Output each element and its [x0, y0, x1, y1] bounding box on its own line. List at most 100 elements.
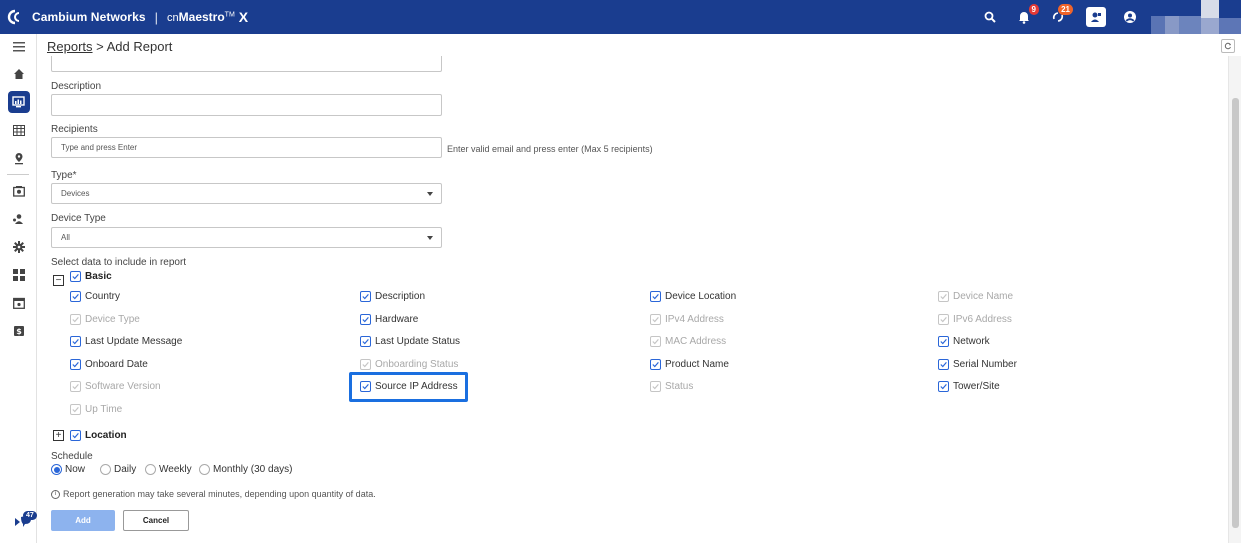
checkbox-label: Hardware — [375, 313, 419, 325]
type-select-value: Devices — [61, 189, 90, 198]
user-account-area[interactable] — [1151, 0, 1241, 34]
breadcrumb: Reports > Add Report — [47, 39, 172, 54]
checkbox-label: Product Name — [665, 358, 729, 370]
home-icon[interactable] — [0, 60, 37, 88]
sidebar-divider — [7, 174, 29, 175]
billing-icon[interactable]: $ — [0, 317, 37, 345]
location-expand-toggle[interactable]: + — [53, 430, 64, 441]
menu-icon[interactable] — [0, 34, 37, 60]
checkbox-device-name: Device Name — [938, 289, 1013, 303]
schedule-radio-weekly[interactable]: Weekly — [145, 464, 192, 475]
scrollbar-thumb[interactable] — [1232, 98, 1239, 528]
brand-name: Cambium Networks — [32, 10, 146, 24]
product-suffix: X — [238, 9, 249, 25]
checkbox-last-update-status[interactable]: Last Update Status — [360, 334, 460, 348]
apps-icon[interactable] — [0, 261, 37, 289]
users-icon[interactable] — [0, 205, 37, 233]
radio-icon — [145, 464, 156, 475]
table-icon[interactable] — [0, 116, 37, 144]
product-tm: TM — [224, 11, 235, 19]
breadcrumb-reports-link[interactable]: Reports — [47, 39, 93, 54]
radio-label: Daily — [114, 464, 137, 475]
checkbox-country[interactable]: Country — [70, 289, 120, 303]
checkbox-icon — [650, 358, 661, 370]
schedule-radio-daily[interactable]: Daily — [100, 464, 136, 475]
checkbox-icon — [650, 335, 661, 347]
schedule-radio-now[interactable]: Now — [51, 464, 85, 475]
checkbox-hardware[interactable]: Hardware — [360, 312, 418, 326]
checkbox-label: Tower/Site — [953, 380, 1000, 392]
breadcrumb-current: Add Report — [106, 39, 173, 54]
radio-label: Weekly — [159, 464, 192, 475]
checkbox-icon — [360, 358, 371, 370]
checkbox-label: Up Time — [85, 403, 123, 415]
sync-icon[interactable]: 21 — [1045, 4, 1073, 30]
description-input[interactable] — [51, 94, 442, 116]
checkbox-label: Device Location — [665, 290, 737, 302]
add-button[interactable]: Add — [51, 510, 115, 531]
checkbox-label: Network — [953, 335, 990, 347]
checkbox-device-type: Device Type — [70, 312, 140, 326]
checkbox-icon — [938, 335, 949, 347]
checkbox-product-name[interactable]: Product Name — [650, 357, 729, 371]
calendar-icon[interactable] — [0, 289, 37, 317]
checkbox-serial-number[interactable]: Serial Number — [938, 357, 1017, 371]
location-pin-icon[interactable] — [0, 144, 37, 172]
bell-icon[interactable]: 9 — [1011, 4, 1039, 30]
recipients-input[interactable]: Type and press Enter — [51, 137, 442, 158]
search-icon[interactable] — [977, 4, 1003, 30]
basic-group-label: Basic — [85, 270, 112, 282]
checkbox-tower-site[interactable]: Tower/Site — [938, 379, 1000, 393]
checkbox-label: MAC Address — [665, 335, 727, 347]
type-select[interactable]: Devices — [51, 183, 442, 204]
checkbox-icon — [938, 380, 949, 392]
app-logo[interactable]: Cambium Networks | cnMaestroTM X — [0, 0, 248, 34]
checkbox-icon — [70, 380, 81, 392]
checkbox-icon — [938, 290, 949, 302]
radio-icon — [199, 464, 210, 475]
camera-icon[interactable] — [0, 177, 37, 205]
checkbox-label: IPv4 Address — [665, 313, 724, 325]
checkbox-network[interactable]: Network — [938, 334, 990, 348]
radio-label: Now — [65, 464, 86, 475]
checkbox-icon — [70, 313, 81, 325]
scrollbar[interactable] — [1228, 56, 1241, 543]
cancel-button[interactable]: Cancel — [123, 510, 189, 531]
user-icon[interactable] — [1117, 4, 1143, 30]
monitor-icon[interactable] — [0, 88, 37, 116]
feedback-icon[interactable]: 47 — [14, 511, 37, 533]
checkbox-label: IPv6 Address — [953, 313, 1012, 325]
checkbox-icon — [650, 313, 661, 325]
checkbox-description[interactable]: Description — [360, 289, 425, 303]
location-group-checkbox[interactable]: Location — [70, 428, 127, 442]
product-main: Maestro — [178, 10, 225, 24]
schedule-radio-monthly-30-days[interactable]: Monthly (30 days) — [199, 464, 292, 475]
basic-group-checkbox[interactable]: Basic — [70, 269, 112, 283]
select-data-label: Select data to include in report — [51, 257, 187, 268]
radio-icon — [100, 464, 111, 475]
schedule-label: Schedule — [51, 451, 93, 462]
checkbox-icon — [70, 429, 81, 441]
checkbox-device-location[interactable]: Device Location — [650, 289, 736, 303]
sync-badge: 21 — [1058, 4, 1073, 15]
chevron-down-icon — [427, 192, 433, 196]
recipients-hint: Enter valid email and press enter (Max 5… — [447, 144, 653, 154]
checkbox-icon — [360, 313, 371, 325]
checkbox-icon — [70, 358, 81, 370]
refresh-button[interactable] — [1221, 39, 1235, 53]
checkbox-onboard-date[interactable]: Onboard Date — [70, 357, 148, 371]
brand-separator: | — [154, 9, 159, 25]
recipients-label: Recipients — [51, 124, 98, 135]
svg-text:$: $ — [16, 327, 22, 336]
help-icon[interactable] — [1083, 4, 1109, 30]
report-name-input[interactable] — [51, 56, 442, 72]
gear-icon[interactable] — [0, 233, 37, 261]
product-name: cnMaestroTM — [167, 10, 235, 24]
device-type-select[interactable]: All — [51, 227, 442, 248]
notification-badge: 9 — [1028, 4, 1039, 15]
basic-collapse-toggle[interactable]: − — [53, 275, 64, 286]
checkbox-last-update-message[interactable]: Last Update Message — [70, 334, 182, 348]
checkbox-icon — [360, 290, 371, 302]
checkbox-label: Status — [665, 380, 694, 392]
help-icon-box — [1086, 7, 1106, 27]
